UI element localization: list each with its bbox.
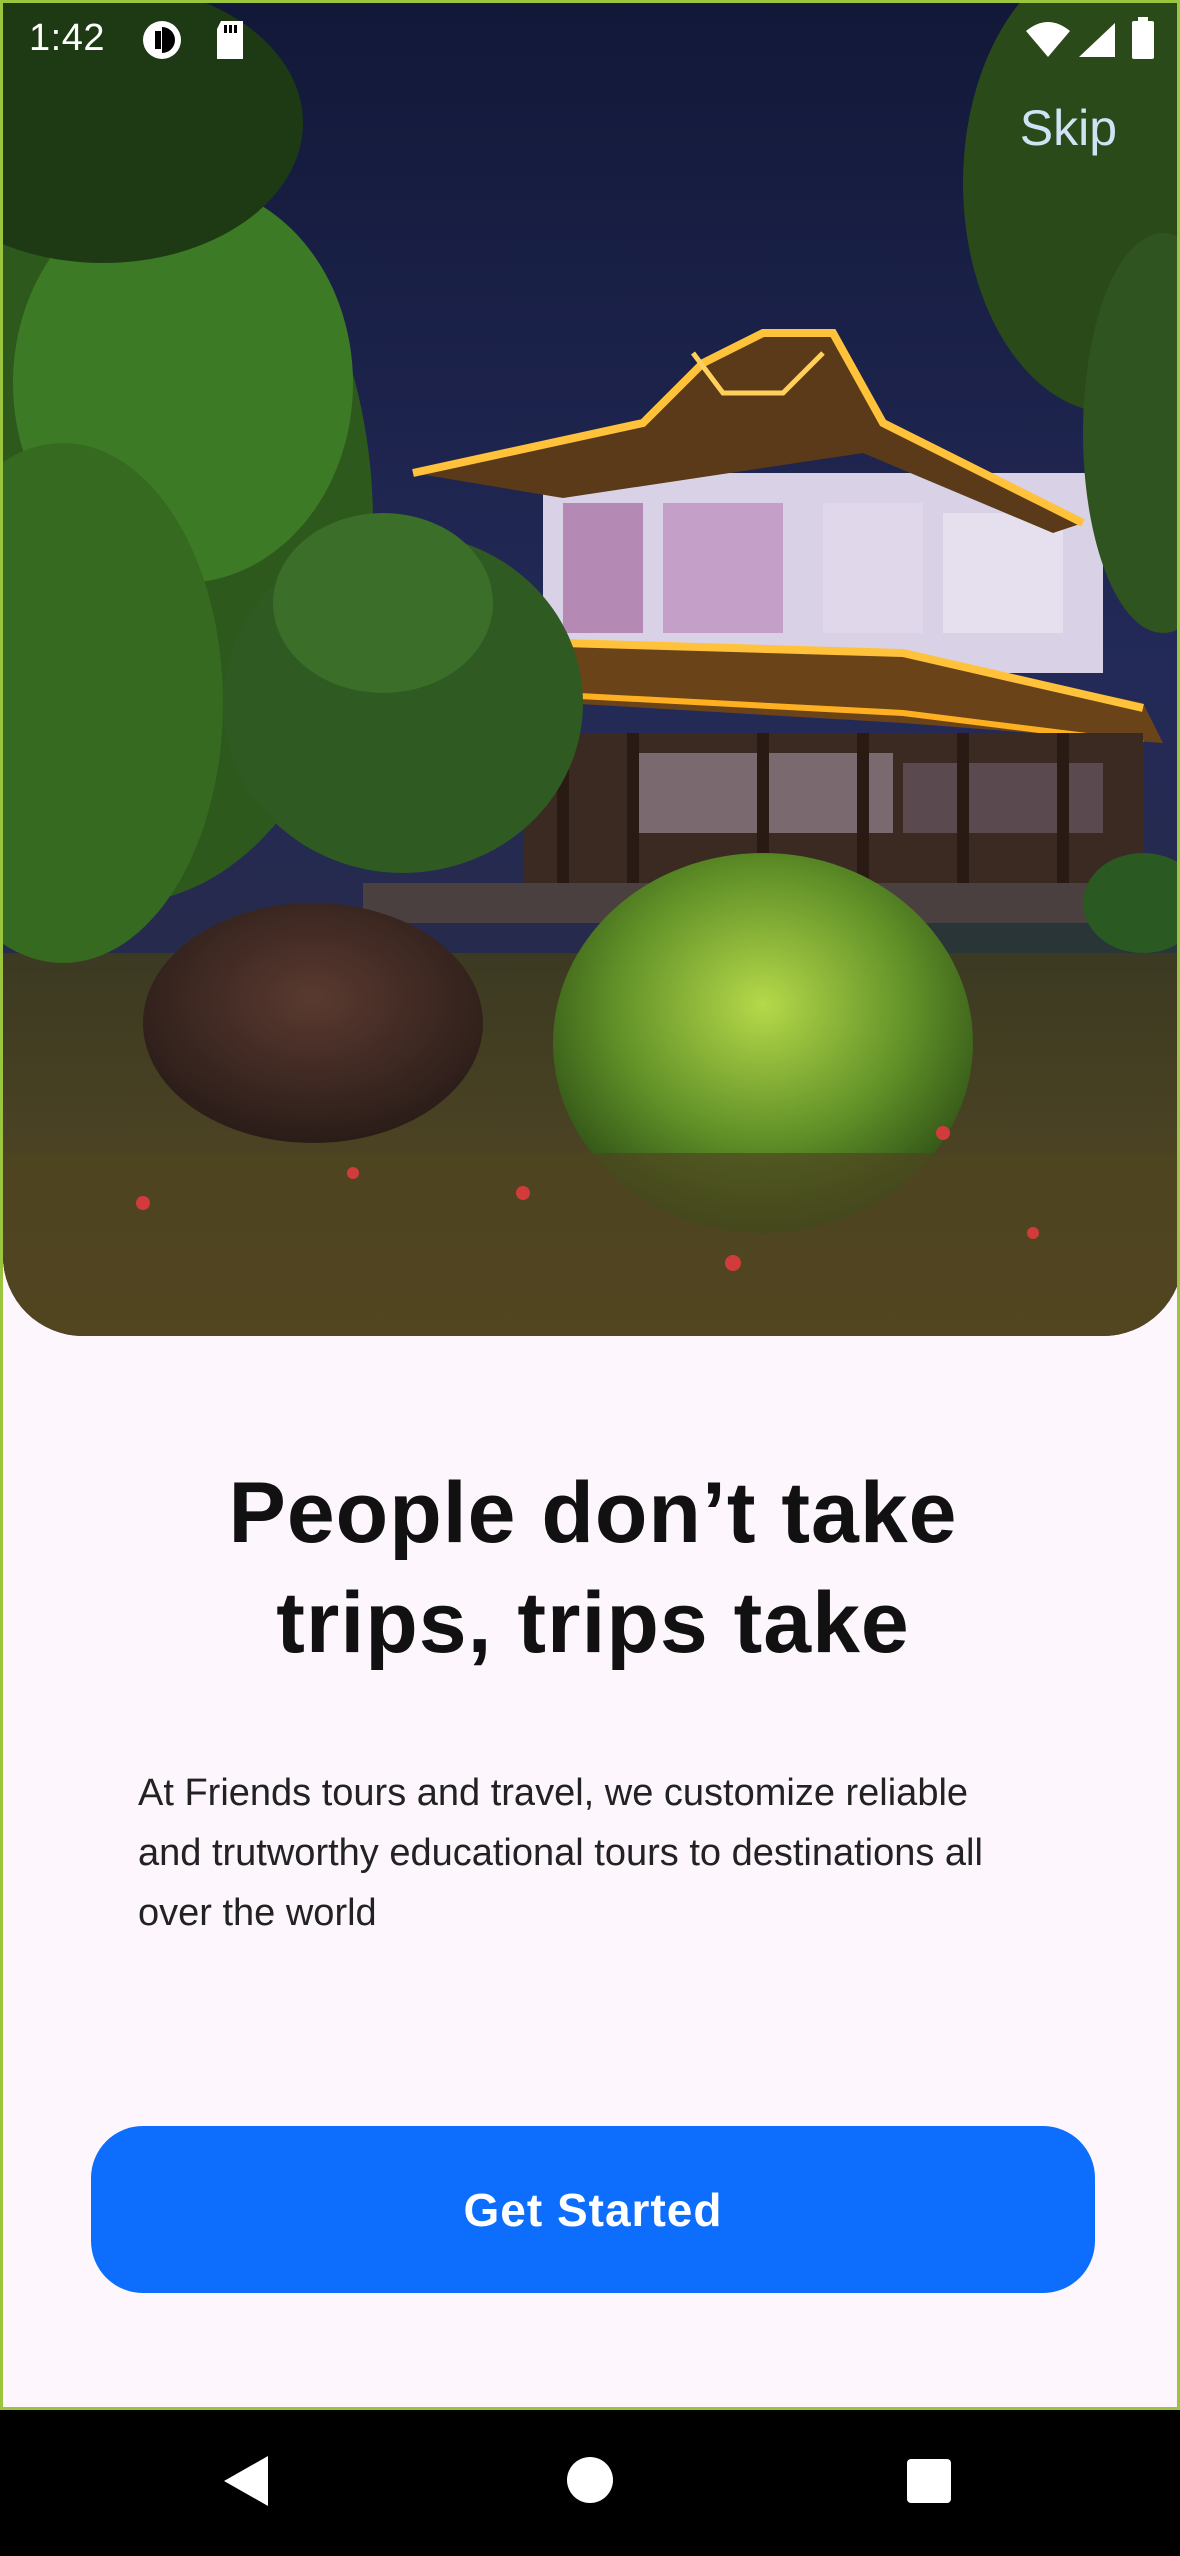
headline-line-1: People don’t take (228, 1465, 958, 1561)
skip-button[interactable]: Skip (1020, 99, 1117, 157)
back-icon[interactable] (222, 2454, 270, 2513)
hero-image (3, 3, 1177, 1336)
status-time: 1:42 (29, 17, 105, 59)
headline-line-2: trips, trips take (276, 1575, 910, 1671)
system-nav-bar (0, 2410, 1180, 2556)
onboarding-screen: 1:42 Skip People don’t take trips, trips… (0, 0, 1180, 2410)
recents-icon[interactable] (906, 2458, 952, 2509)
description-text: At Friends tours and travel, we customiz… (138, 1772, 983, 1934)
app-notification-icon (141, 19, 183, 66)
pagoda-illustration (3, 3, 1177, 1336)
battery-icon (1131, 17, 1155, 64)
home-icon[interactable] (566, 2456, 614, 2509)
page-title: People don’t take trips, trips take (3, 1458, 1177, 1678)
cell-signal-icon (1077, 21, 1117, 64)
sd-card-icon (213, 19, 247, 66)
get-started-button[interactable]: Get Started (91, 2126, 1095, 2293)
wifi-icon (1025, 21, 1071, 64)
status-bar: 1:42 (3, 3, 1177, 78)
